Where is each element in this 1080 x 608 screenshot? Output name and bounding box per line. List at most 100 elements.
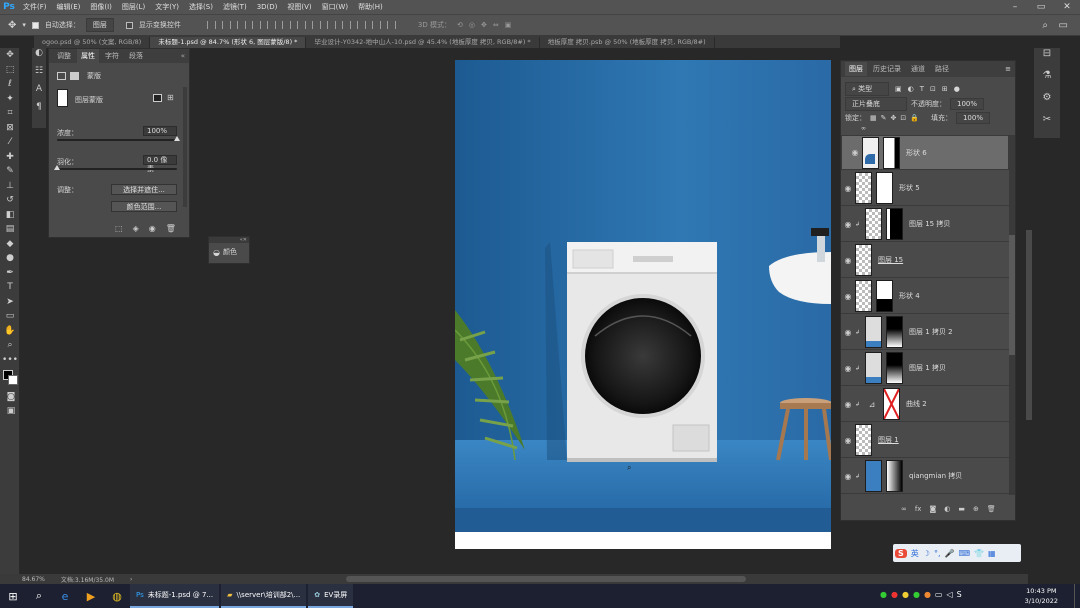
distribute-middle-icon[interactable] [311, 21, 321, 29]
opacity-field[interactable]: 100% [950, 98, 985, 110]
windows-start-icon[interactable]: ⊞ [0, 584, 26, 608]
align-center-icon[interactable] [266, 21, 276, 29]
tab-document-2[interactable]: 未标题-1.psd @ 84.7% (形状 6, 图层蒙版/8) * [150, 37, 307, 48]
visibility-eye-icon[interactable]: ◉ [841, 400, 855, 409]
type-tool-icon[interactable]: T [0, 280, 20, 295]
menu-type[interactable]: 文字(Y) [150, 2, 184, 12]
properties-scrollbar[interactable] [183, 87, 187, 207]
close-icon[interactable]: ✕ [1054, 0, 1080, 14]
visibility-eye-icon[interactable]: ◉ [841, 256, 855, 265]
color-panel-item[interactable]: ◒ 颜色 [209, 243, 249, 261]
visibility-eye-icon[interactable]: ◉ [841, 184, 855, 193]
tab-channels[interactable]: 通道 [907, 64, 929, 74]
paragraph-icon[interactable]: ¶ [32, 102, 46, 120]
screen-mode-icon[interactable]: ▣ [4, 404, 18, 418]
pen-tool-icon[interactable]: ✒ [0, 266, 20, 281]
layer-row[interactable]: ◉ ↲ 图层 1 拷贝 [841, 351, 1009, 386]
add-mask-icon[interactable]: ◙ [929, 505, 936, 513]
menu-layer[interactable]: 图层(L) [117, 2, 150, 12]
layer-mask-thumbnail[interactable] [883, 136, 900, 169]
layer-row[interactable]: ◉ 图层 15 [841, 243, 1009, 278]
filter-type-icon[interactable]: T [920, 85, 924, 93]
3d-pan-icon[interactable]: ✥ [481, 21, 487, 29]
tray-speaker-icon[interactable]: ◁ [946, 590, 952, 599]
tab-paragraph[interactable]: 段落 [125, 51, 147, 61]
layer-row[interactable]: ◉ ↲ 图层 15 拷贝 [841, 207, 1009, 242]
layer-style-icon[interactable]: fx [915, 505, 922, 513]
menu-file[interactable]: 文件(F) [18, 2, 52, 12]
ime-toolbar[interactable]: S 英 ☽ °, 🎤 ⌨ 👕 ▦ [893, 544, 1021, 562]
layer-mask-thumbnail[interactable] [883, 388, 900, 420]
ime-mic-icon[interactable]: 🎤 [944, 549, 954, 558]
edge-icon[interactable]: e [52, 584, 78, 608]
stamp-tool-icon[interactable]: ⊥ [0, 179, 20, 194]
ime-skin-icon[interactable]: 👕 [974, 549, 984, 558]
layer-row[interactable]: ◉ ↲ 图层 1 拷贝 2 [841, 315, 1009, 350]
align-right-icon[interactable] [281, 21, 291, 29]
blur-tool-icon[interactable]: ◆ [0, 237, 20, 252]
tab-document-4[interactable]: 地板厚度 拷贝.psb @ 50% (地板厚度 拷贝, RGB/8#) [540, 37, 715, 48]
right-panel-scrollbar[interactable] [1026, 230, 1032, 420]
horizontal-scrollbar[interactable] [346, 576, 746, 582]
distribute-center-icon[interactable] [356, 21, 366, 29]
feather-slider[interactable] [57, 168, 177, 170]
marquee-tool-icon[interactable]: ⬚ [0, 63, 20, 78]
move-tool-icon[interactable]: ✥ [0, 48, 20, 63]
visibility-eye-icon[interactable]: ◉ [841, 220, 855, 229]
lock-artboard-icon[interactable]: ⊡ [900, 114, 906, 122]
zoom-level[interactable]: 84.67% [22, 576, 45, 583]
tray-app-icon[interactable]: ● [891, 590, 898, 599]
panel-menu-icon[interactable]: ≡ [1005, 65, 1011, 73]
delete-layer-icon[interactable]: 🗑 [987, 505, 996, 513]
show-desktop-button[interactable] [1074, 584, 1078, 608]
new-layer-icon[interactable]: ⊕ [973, 505, 979, 513]
layer-row[interactable]: ◉ 形状 5 [841, 171, 1009, 206]
tab-character[interactable]: 字符 [101, 51, 123, 61]
search-icon[interactable]: ⌕ [1042, 20, 1048, 31]
align-left-icon[interactable] [251, 21, 261, 29]
delete-mask-icon[interactable]: 🗑 [166, 224, 176, 233]
layer-mask-thumbnail[interactable] [876, 172, 893, 204]
layer-row[interactable]: ◉ ↲ qiangmian 拷贝 [841, 459, 1009, 494]
tools-preset-icon[interactable]: ✂ [1034, 114, 1060, 136]
distribute-right-icon[interactable] [371, 21, 381, 29]
minimize-icon[interactable]: – [1002, 0, 1028, 14]
zoom-tool-icon[interactable]: ⌕ [0, 338, 20, 353]
path-select-tool-icon[interactable]: ➤ [0, 295, 20, 310]
lock-all-icon[interactable]: 🔒 [910, 114, 919, 122]
chrome-icon[interactable]: ◍ [104, 584, 130, 608]
layer-row[interactable]: ◉ ↲ ⊿ 曲线 2 [841, 387, 1009, 422]
feather-slider-handle[interactable] [54, 165, 60, 170]
lock-paint-icon[interactable]: ✎ [881, 114, 887, 122]
visibility-eye-icon[interactable]: ◉ [841, 292, 855, 301]
more-tools-icon[interactable]: ••• [0, 353, 20, 368]
tab-layers[interactable]: 图层 [845, 62, 867, 76]
visibility-eye-icon[interactable]: ◉ [841, 364, 855, 373]
background-color-swatch[interactable] [8, 375, 18, 385]
menu-window[interactable]: 窗口(W) [317, 2, 353, 12]
vector-mask-add-icon[interactable]: ⊞ [167, 93, 174, 102]
tray-network-icon[interactable]: ▭ [935, 590, 943, 599]
frame-tool-icon[interactable]: ⊠ [0, 121, 20, 136]
search-icon[interactable]: ⌕ [26, 584, 52, 608]
adjustments-icon[interactable]: ◐ [32, 48, 46, 66]
dodge-tool-icon[interactable]: ● [0, 251, 20, 266]
dropdown-icon[interactable]: ▾ [22, 21, 26, 29]
crop-tool-icon[interactable]: ⌗ [0, 106, 20, 121]
link-layers-icon[interactable]: ∞ [901, 505, 907, 513]
tray-ime-icon[interactable]: S [957, 590, 962, 599]
maximize-icon[interactable]: ▭ [1028, 0, 1054, 14]
menu-help[interactable]: 帮助(H) [353, 2, 388, 12]
menu-3d[interactable]: 3D(D) [252, 3, 283, 11]
character-icon[interactable]: A [32, 84, 46, 102]
auto-select-checkbox[interactable] [31, 21, 39, 29]
visibility-eye-icon[interactable]: ◉ [848, 148, 862, 157]
layer-mask-thumbnail[interactable] [876, 280, 893, 312]
load-selection-icon[interactable]: ⬚ [115, 224, 123, 233]
taskbar-app-explorer[interactable]: ▰ \\server\培训部2\... [221, 584, 307, 608]
filter-adjust-icon[interactable]: ◐ [908, 85, 914, 93]
ime-menu-icon[interactable]: ▦ [988, 549, 996, 558]
tab-paths[interactable]: 路径 [931, 64, 953, 74]
3d-camera-icon[interactable]: ▣ [505, 21, 512, 29]
healing-tool-icon[interactable]: ✚ [0, 150, 20, 165]
